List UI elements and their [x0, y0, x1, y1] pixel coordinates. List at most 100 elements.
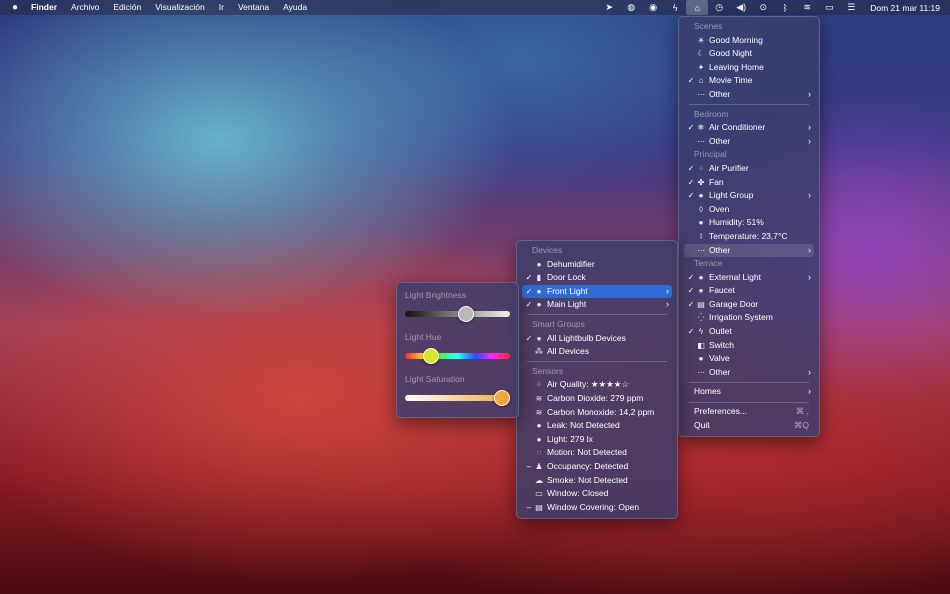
separator: [689, 401, 809, 403]
scenes-other[interactable]: ⋯ Other ›: [684, 88, 814, 102]
principal-oven[interactable]: ◊ Oven: [684, 203, 814, 217]
brightness-knob[interactable]: [458, 306, 475, 322]
sparkle-icon: ⁂: [535, 347, 543, 357]
motion-icon: ◌: [536, 448, 542, 458]
terrace-outlet[interactable]: ✓ ϟ Outlet: [684, 325, 814, 339]
sensor-motion[interactable]: ◌ Motion: Not Detected: [522, 446, 672, 460]
scene-good-night[interactable]: ☾ Good Night: [684, 47, 814, 61]
sensor-window[interactable]: ▭ Window: Closed: [522, 487, 672, 501]
control-center-icon[interactable]: ☰: [840, 0, 862, 15]
checkmark-icon: ✓: [687, 327, 695, 337]
terrace-switch[interactable]: ◧ Switch: [684, 339, 814, 353]
more-icon: ⋯: [697, 245, 705, 255]
preferences-shortcut: ⌘ ,: [795, 406, 809, 417]
hue-knob[interactable]: [422, 348, 439, 364]
smart-groups-header: Smart Groups: [532, 318, 585, 329]
co-icon: ≋: [535, 407, 543, 417]
volume-icon[interactable]: ◀): [730, 0, 752, 15]
terrace-valve[interactable]: ● Valve: [684, 352, 814, 366]
terrace-external-light[interactable]: ✓ ● External Light ›: [684, 271, 814, 285]
saturation-slider[interactable]: [405, 390, 510, 406]
device-main-light[interactable]: ✓ ● Main Light ›: [522, 298, 672, 312]
principal-other[interactable]: ⋯ Other ›: [684, 243, 814, 258]
terrace-irrigation-system[interactable]: ⁛ Irrigation System: [684, 311, 814, 325]
terrace-other[interactable]: ⋯ Other ›: [684, 366, 814, 380]
preferences-item[interactable]: Preferences... ⌘ ,: [684, 405, 814, 419]
menu-ventana[interactable]: Ventana: [231, 0, 276, 15]
menu-ir[interactable]: Ir: [212, 0, 231, 15]
checkmark-icon: ✓: [687, 123, 695, 133]
location-icon[interactable]: ➤: [598, 0, 620, 15]
drop-icon: ●: [698, 218, 704, 228]
sensor-leak[interactable]: ● Leak: Not Detected: [522, 419, 672, 433]
homebridge-icon[interactable]: ⌂: [686, 0, 709, 15]
thermometer-icon: ǀ: [699, 231, 703, 241]
moon-icon: ☾: [697, 49, 705, 59]
group-all-devices[interactable]: ⁂ All Devices: [522, 345, 672, 359]
menu-ayuda[interactable]: Ayuda: [276, 0, 314, 15]
sensor-carbon-monoxide[interactable]: ≋ Carbon Monoxide: 14,2 ppm: [522, 406, 672, 420]
bedroom-header: Bedroom: [694, 108, 729, 119]
sensor-occupancy[interactable]: – ♟ Occupancy: Detected: [522, 460, 672, 474]
chevron-right-icon: ›: [808, 190, 811, 201]
quit-item[interactable]: Quit ⌘Q: [684, 419, 814, 433]
clock[interactable]: Dom 21 mar 11:19: [862, 3, 940, 13]
scene-good-morning[interactable]: ☀ Good Morning: [684, 34, 814, 48]
group-all-lightbulb-devices[interactable]: ✓ ● All Lightbulb Devices: [522, 332, 672, 346]
lightbulb-icon: ●: [536, 434, 542, 444]
principal-temperature[interactable]: ǀ Temperature: 23,7°C: [684, 230, 814, 244]
menu-visualizacion[interactable]: Visualización: [148, 0, 211, 15]
focus-icon[interactable]: ◍: [620, 0, 642, 15]
scene-movie-time[interactable]: ✓ ⌂ Movie Time: [684, 74, 814, 88]
vpn-icon[interactable]: ◉: [642, 0, 664, 15]
power-icon[interactable]: ϟ: [664, 0, 686, 15]
drop-icon: ●: [698, 286, 704, 296]
bedroom-other[interactable]: ⋯ Other ›: [684, 135, 814, 149]
sensor-air-quality[interactable]: ⁘ Air Quality: ★★★★☆: [522, 378, 672, 392]
wifi-icon[interactable]: ≋: [796, 0, 818, 15]
scene-leaving-home[interactable]: ✦ Leaving Home: [684, 61, 814, 75]
principal-light-group[interactable]: ✓ ● Light Group ›: [684, 189, 814, 203]
menu-app-finder[interactable]: Finder: [24, 0, 64, 15]
bedroom-air-conditioner[interactable]: ✓ ❄ Air Conditioner ›: [684, 121, 814, 135]
lightbulb-icon: ●: [536, 333, 542, 343]
dash-icon: –: [526, 502, 532, 512]
sensor-smoke[interactable]: ☁ Smoke: Not Detected: [522, 474, 672, 488]
garage-icon: ▤: [697, 299, 705, 309]
bluetooth-icon[interactable]: ᛒ: [774, 0, 796, 15]
sprinkler-icon: ⁛: [697, 313, 705, 323]
checkmark-icon: ✓: [525, 273, 533, 283]
terrace-faucet[interactable]: ✓ ● Faucet: [684, 284, 814, 298]
air-purifier-icon: ⁘: [697, 163, 705, 173]
sensor-light[interactable]: ● Light: 279 lx: [522, 433, 672, 447]
homes-item[interactable]: Homes ›: [684, 385, 814, 399]
principal-humidity[interactable]: ● Humidity: 51%: [684, 216, 814, 230]
device-door-lock[interactable]: ✓ ▮ Door Lock: [522, 271, 672, 285]
saturation-knob[interactable]: [494, 390, 510, 406]
drop-icon: ●: [536, 421, 542, 431]
brightness-slider[interactable]: [405, 306, 510, 322]
menu-bar: ● Finder Archivo Edición Visualización I…: [0, 0, 950, 15]
checkmark-icon: ✓: [687, 191, 695, 201]
menu-archivo[interactable]: Archivo: [64, 0, 106, 15]
sensor-window-covering[interactable]: – ▤ Window Covering: Open: [522, 501, 672, 515]
hue-slider[interactable]: [405, 348, 510, 364]
battery-icon[interactable]: ▭: [818, 0, 840, 15]
time-machine-icon[interactable]: ◷: [708, 0, 730, 15]
chevron-right-icon: ›: [808, 271, 811, 282]
menu-edicion[interactable]: Edición: [106, 0, 148, 15]
principal-fan[interactable]: ✓ ✤ Fan: [684, 176, 814, 190]
principal-air-purifier[interactable]: ✓ ⁘ Air Purifier: [684, 162, 814, 176]
drop-icon: ●: [698, 354, 704, 364]
device-front-light[interactable]: ✓ ● Front Light ›: [522, 284, 672, 299]
sensor-carbon-dioxide[interactable]: ≋ Carbon Dioxide: 279 ppm: [522, 392, 672, 406]
bolt-icon: ϟ: [698, 327, 704, 337]
record-icon[interactable]: ⊙: [752, 0, 774, 15]
quit-shortcut: ⌘Q: [793, 419, 809, 430]
apple-icon[interactable]: ●: [0, 0, 24, 15]
drop-icon: ●: [536, 259, 542, 269]
fan-icon: ✤: [697, 177, 705, 187]
device-dehumidifier[interactable]: ● Dehumidifier: [522, 258, 672, 272]
terrace-garage-door[interactable]: ✓ ▤ Garage Door: [684, 298, 814, 312]
checkmark-icon: ✓: [525, 300, 533, 310]
